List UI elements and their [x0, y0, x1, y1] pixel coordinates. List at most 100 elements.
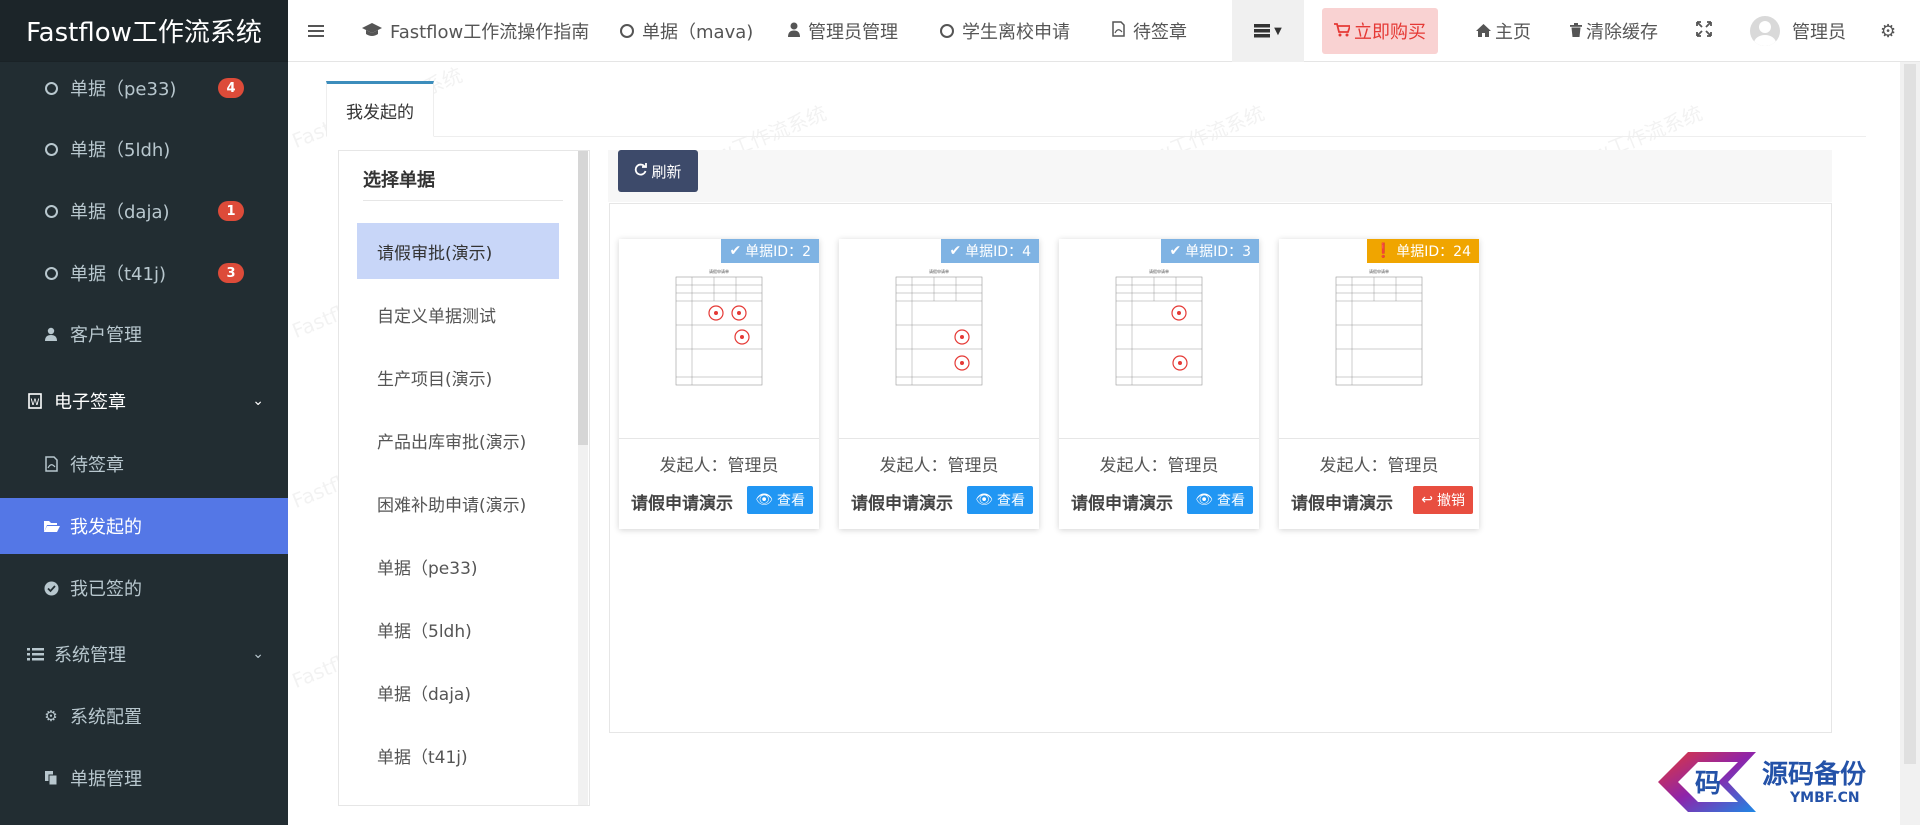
- initiator-label: 发起人：管理员: [879, 456, 999, 476]
- view-button[interactable]: 👁 查看: [747, 486, 813, 514]
- refresh-button[interactable]: 刷新: [618, 150, 698, 192]
- sidebar-item-form-mgmt[interactable]: 单据管理: [0, 750, 288, 806]
- page-scrollbar[interactable]: [1900, 62, 1920, 825]
- category-item[interactable]: 单据（pe33): [357, 538, 559, 594]
- sidebar-item-daja[interactable]: 单据（daja) 1: [0, 183, 288, 239]
- nav-home-label: 主页: [1495, 22, 1531, 43]
- view-label: 查看: [777, 493, 805, 509]
- sidebar-item-customers[interactable]: 客户管理: [0, 306, 288, 362]
- caret-down-icon: ▼: [1274, 25, 1282, 37]
- sidebar-item-t41j[interactable]: 单据（t41j) 3: [0, 245, 288, 301]
- category-item[interactable]: 单据（t41j): [357, 727, 559, 783]
- hamburger-icon: [308, 25, 324, 37]
- buy-now-button[interactable]: 立即购买: [1322, 8, 1438, 54]
- exclamation-circle-icon: ❗: [1374, 243, 1393, 259]
- eye-icon: 👁: [1195, 492, 1213, 508]
- document-thumbnail: 请假申请单: [839, 239, 1039, 439]
- logo-text: 源码备份: [1762, 760, 1867, 790]
- card-title: 请假申请演示: [631, 494, 733, 514]
- sidebar-item-pe33[interactable]: 单据（pe33) 4: [0, 60, 288, 116]
- count-badge: 4: [218, 78, 244, 98]
- nav-home[interactable]: 主页: [1476, 0, 1531, 62]
- form-id-label: 单据ID：4: [965, 244, 1031, 260]
- user-icon: [788, 22, 800, 41]
- expand-icon: [1696, 20, 1712, 42]
- category-item[interactable]: 生产项目(演示): [357, 349, 559, 405]
- word-file-icon: W: [24, 393, 46, 409]
- nav-clear-cache-label: 清除缓存: [1586, 22, 1658, 43]
- avatar: [1750, 16, 1780, 46]
- form-card[interactable]: 请假申请单 ✔ 单据ID：2 发起人：管理员 请假申请演示 👁 查看: [619, 239, 819, 529]
- nav-admin-management[interactable]: 管理员管理: [788, 0, 898, 62]
- sidebar-item-label: 单据管理: [70, 769, 142, 790]
- sidebar-group-esign[interactable]: W 电子签章 ⌄: [0, 373, 288, 429]
- form-id-badge: ✔ 单据ID：3: [1161, 239, 1259, 263]
- nav-guide[interactable]: Fastflow工作流操作指南: [362, 0, 589, 62]
- sidebar-item-system-config[interactable]: ⚙ 系统配置: [0, 688, 288, 744]
- document-thumbnail: 请假申请单: [1279, 239, 1479, 439]
- site-logo: 码 源码备份 YMBF.CN: [1638, 740, 1900, 825]
- sidebar-item-label: 待签章: [70, 455, 124, 476]
- form-card[interactable]: 请假申请单 ✔ 单据ID：3 发起人：管理员 请假申请演示 👁 查看: [1059, 239, 1259, 529]
- sidebar-item-label: 系统管理: [54, 645, 126, 666]
- user-name: 管理员: [1792, 22, 1846, 43]
- category-item[interactable]: 自定义单据测试: [357, 286, 559, 342]
- eye-icon: 👁: [975, 492, 993, 508]
- check-circle-icon: ✔: [949, 243, 962, 259]
- more-dropdown-button[interactable]: ▼: [1232, 0, 1304, 62]
- brand-title[interactable]: Fastflow工作流系统: [0, 0, 288, 62]
- user-menu[interactable]: 管理员: [1750, 0, 1846, 62]
- revoke-label: 撤销: [1437, 493, 1465, 509]
- copy-icon: [40, 770, 62, 786]
- logo-subtext: YMBF.CN: [1790, 790, 1860, 806]
- pdf-file-icon: [1112, 21, 1125, 41]
- sidebar-item-pending-sign[interactable]: 待签章: [0, 436, 288, 492]
- settings-button[interactable]: ⚙: [1880, 0, 1896, 62]
- nav-admin-label: 管理员管理: [808, 22, 898, 43]
- category-item[interactable]: 请假审批(演示): [357, 223, 559, 279]
- cards-container: 请假申请单 ✔ 单据ID：2 发起人：管理员 请假申请演示 👁 查看 请假申请单…: [609, 203, 1832, 733]
- sidebar-item-label: 我已签的: [70, 579, 142, 600]
- folder-open-icon: [40, 519, 62, 533]
- sidebar-item-5ldh[interactable]: 单据（5ldh): [0, 121, 288, 177]
- view-button[interactable]: 👁 查看: [1187, 486, 1253, 514]
- nav-clear-cache[interactable]: 清除缓存: [1570, 0, 1658, 62]
- sidebar: Fastflow工作流系统 单据（pe33) 4 单据（5ldh) 单据（daj…: [0, 0, 288, 825]
- view-label: 查看: [1217, 493, 1245, 509]
- chevron-down-icon: ⌄: [252, 646, 264, 662]
- circle-icon: [40, 81, 62, 95]
- reply-icon: ↩: [1421, 492, 1433, 508]
- category-item[interactable]: 困难补助申请(演示): [357, 475, 559, 531]
- circle-icon: [620, 24, 634, 38]
- category-item[interactable]: 产品出库审批(演示): [357, 412, 559, 468]
- sidebar-item-my-initiated[interactable]: 我发起的: [0, 498, 288, 554]
- category-item[interactable]: 单据（daja): [357, 664, 559, 720]
- hamburger-menu-button[interactable]: [308, 0, 324, 62]
- form-card[interactable]: 请假申请单 ✔ 单据ID：4 发起人：管理员 请假申请演示 👁 查看: [839, 239, 1039, 529]
- sidebar-item-my-signed[interactable]: 我已签的: [0, 560, 288, 616]
- sidebar-group-system[interactable]: 系统管理 ⌄: [0, 626, 288, 682]
- card-title: 请假申请演示: [1291, 494, 1393, 514]
- form-id-badge: ❗ 单据ID：24: [1366, 239, 1479, 263]
- nav-pending-sign[interactable]: 待签章: [1112, 0, 1187, 62]
- toolbar: 刷新: [608, 150, 1832, 202]
- nav-leave-school[interactable]: 学生离校申请: [940, 0, 1070, 62]
- category-item[interactable]: 单据（5ldh): [357, 601, 559, 657]
- form-id-label: 单据ID：24: [1396, 244, 1471, 260]
- user-icon: [40, 327, 62, 341]
- stack-icon: [1254, 24, 1271, 38]
- tab-my-initiated[interactable]: 我发起的: [326, 81, 434, 137]
- sidebar-item-label: 我发起的: [70, 517, 142, 538]
- revoke-button[interactable]: ↩ 撤销: [1413, 486, 1473, 514]
- chevron-down-icon: ⌄: [252, 393, 264, 409]
- svg-text:请假申请单: 请假申请单: [709, 268, 729, 274]
- refresh-label: 刷新: [651, 162, 682, 181]
- nav-mava[interactable]: 单据（mava): [620, 0, 753, 62]
- view-label: 查看: [997, 493, 1025, 509]
- view-button[interactable]: 👁 查看: [967, 486, 1033, 514]
- sidebar-item-label: 单据（5ldh): [70, 140, 171, 161]
- form-card[interactable]: 请假申请单 ❗ 单据ID：24 发起人：管理员 请假申请演示 ↩ 撤销: [1279, 239, 1479, 529]
- fullscreen-button[interactable]: [1696, 0, 1712, 62]
- nav-pending-sign-label: 待签章: [1133, 22, 1187, 43]
- panel-scrollbar[interactable]: [578, 151, 588, 805]
